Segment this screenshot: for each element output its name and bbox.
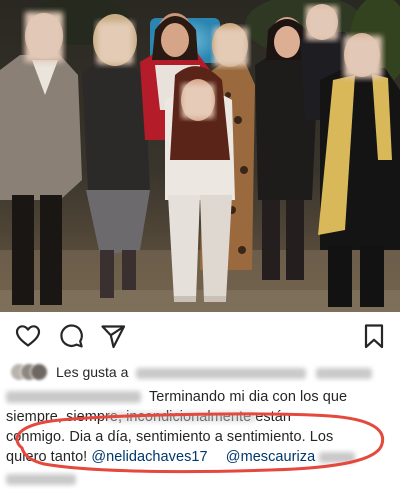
redacted-likers bbox=[316, 367, 373, 379]
mention-link[interactable]: @mescauriza bbox=[226, 449, 315, 465]
caption-text-line-3: conmigo. Dia a día, sentimiento a sentim… bbox=[6, 429, 334, 445]
group-photo-illustration bbox=[0, 0, 400, 312]
redacted-username[interactable] bbox=[6, 391, 141, 404]
post-caption: Terminando mi dia con los que siempre, s… bbox=[6, 387, 394, 489]
likes-label: Les gusta a bbox=[56, 364, 129, 380]
post-photo[interactable] bbox=[0, 0, 400, 312]
send-icon[interactable] bbox=[99, 322, 127, 350]
redacted-mention bbox=[319, 451, 356, 463]
comment-icon[interactable] bbox=[57, 322, 85, 350]
likes-row[interactable]: Les gusta a bbox=[10, 362, 373, 382]
bookmark-icon[interactable] bbox=[360, 322, 388, 350]
caption-text-line-1: Terminando mi dia con los que bbox=[149, 389, 348, 405]
mention-link[interactable]: @nelidachaves17 bbox=[91, 449, 207, 465]
heart-icon[interactable] bbox=[14, 322, 42, 350]
liker-avatar bbox=[30, 363, 48, 381]
redacted-overlay bbox=[106, 412, 256, 422]
caption-text-line-4: quiero tanto! bbox=[6, 449, 88, 465]
redacted-likers bbox=[136, 367, 307, 379]
post-action-bar bbox=[0, 318, 400, 354]
redacted-mention bbox=[6, 473, 76, 485]
